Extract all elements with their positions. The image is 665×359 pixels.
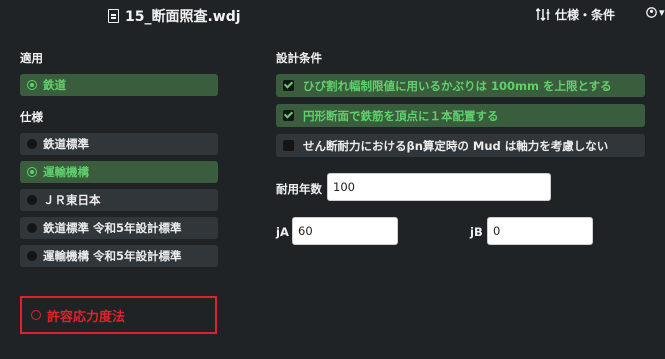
check-cover-limit[interactable]: ひび割れ幅制限値に用いるかぶりは 100mm を上限とする (276, 74, 645, 97)
option-label: 鉄道標準 令和5年設計標準 (43, 221, 182, 235)
option-label: ＪＲ東日本 (43, 193, 101, 207)
ja-input[interactable] (292, 217, 398, 245)
sort-adjust-icon (536, 8, 550, 21)
application-option-railway[interactable]: 鉄道 (20, 74, 218, 96)
spec-conditions-label: 仕様・条件 (555, 8, 616, 22)
design-conditions-heading: 設計条件 (276, 51, 322, 65)
durability-years-label: 耐用年数 (276, 182, 322, 196)
jb-label: jB (470, 225, 483, 239)
radio-icon (27, 223, 37, 233)
radio-icon (27, 139, 37, 149)
spec-option-jrtt[interactable]: 運輸機構 (20, 161, 218, 183)
spec-option-railway-standard[interactable]: 鉄道標準 (20, 133, 218, 155)
check-label: 円形断面で鉄筋を頂点に１本配置する (303, 108, 499, 123)
checkbox-checked-icon (283, 80, 294, 91)
chevron-down-icon: ▾ (659, 6, 665, 19)
radio-selected-icon (27, 80, 37, 90)
option-label: 運輸機構 (43, 165, 89, 179)
spec-option-jrtt-r5[interactable]: 運輸機構 令和5年設計標準 (20, 245, 218, 267)
radio-selected-icon (27, 167, 37, 177)
check-label: ひび割れ幅制限値に用いるかぶりは 100mm を上限とする (303, 78, 612, 93)
file-title: 15_断面照査.wdj (108, 6, 241, 26)
option-label: 鉄道標準 (43, 137, 89, 151)
radio-icon (27, 195, 37, 205)
specification-heading: 仕様 (20, 110, 43, 124)
radio-icon (31, 310, 41, 320)
checkbox-checked-icon (283, 110, 294, 121)
spec-conditions-button[interactable]: 仕様・条件 (536, 6, 615, 23)
radio-icon (27, 251, 37, 261)
allowable-stress-method-option[interactable]: 許容応力度法 (20, 296, 217, 334)
user-icon (646, 7, 657, 18)
check-shear-mud-axial[interactable]: せん断耐力におけるβn算定時の Mud は軸力を考慮しない (276, 134, 645, 157)
check-circular-rebar-apex[interactable]: 円形断面で鉄筋を頂点に１本配置する (276, 104, 645, 127)
top-bar: 15_断面照査.wdj 仕様・条件 ▾ (0, 0, 665, 30)
ja-label: jA (276, 225, 289, 239)
application-heading: 適用 (20, 51, 43, 65)
option-label: 運輸機構 令和5年設計標準 (43, 249, 182, 263)
check-label: せん断耐力におけるβn算定時の Mud は軸力を考慮しない (303, 138, 609, 153)
option-label: 鉄道 (43, 78, 66, 92)
jb-input[interactable] (487, 217, 593, 245)
checkbox-icon (283, 140, 294, 151)
file-name: 15_断面照査.wdj (125, 9, 241, 25)
spec-option-jr-east[interactable]: ＪＲ東日本 (20, 189, 218, 211)
allowable-stress-method-label: 許容応力度法 (47, 309, 126, 325)
document-icon (108, 9, 119, 23)
user-menu-button[interactable]: ▾ (646, 6, 665, 19)
durability-years-input[interactable] (327, 173, 551, 201)
spec-option-railway-standard-r5[interactable]: 鉄道標準 令和5年設計標準 (20, 217, 218, 239)
